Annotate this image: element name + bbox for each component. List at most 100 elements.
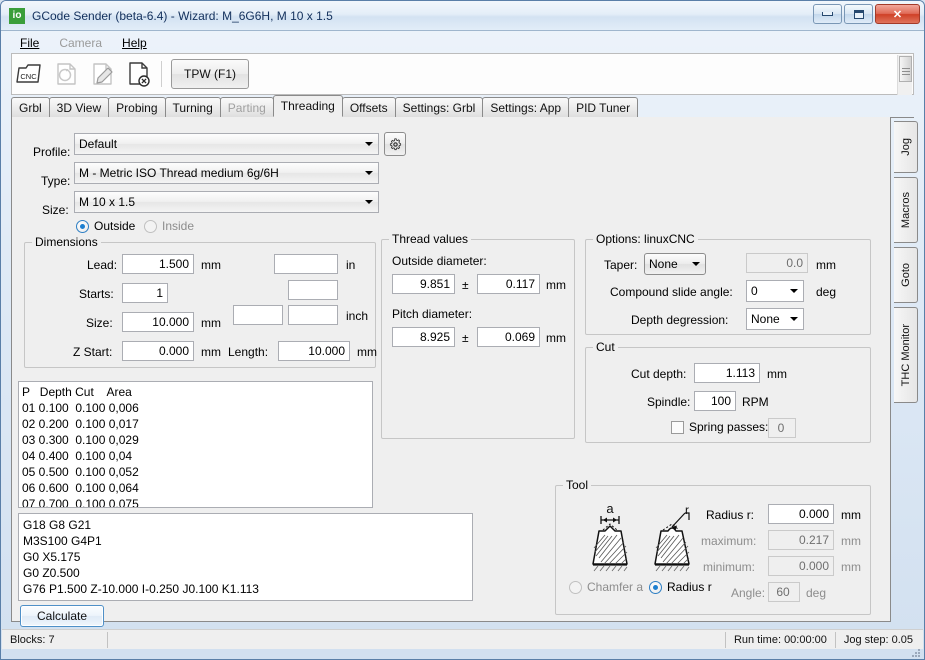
tab-pid-tuner[interactable]: PID Tuner [568, 97, 639, 117]
zstart-unit: mm [201, 345, 221, 359]
pitch-diameter-input[interactable]: 8.925 [392, 327, 455, 347]
radio-inside[interactable]: Inside [144, 219, 194, 233]
menu-file-label: File [20, 36, 40, 50]
close-button[interactable]: ✕ [875, 4, 920, 24]
radio-chamfer[interactable]: Chamfer a [569, 580, 643, 594]
menu-file[interactable]: File [11, 34, 48, 52]
maximize-icon [853, 9, 864, 19]
starts-input[interactable]: 1 [122, 283, 168, 303]
close-file-icon[interactable] [120, 55, 156, 93]
main-tab-strip: Grbl 3D View Probing Turning Parting Thr… [11, 95, 914, 118]
maximize-button[interactable] [844, 4, 873, 24]
radio-inside-label: Inside [162, 219, 195, 233]
tab-parting[interactable]: Parting [219, 97, 274, 117]
type-select[interactable]: M - Metric ISO Thread medium 6g/6H [74, 162, 379, 184]
tab-grbl[interactable]: Grbl [11, 97, 50, 117]
compound-select[interactable]: 0 [746, 280, 804, 302]
side-tab-macros[interactable]: Macros [894, 177, 918, 243]
pitch-unit: mm [546, 331, 566, 345]
size-inch-unit: inch [346, 309, 369, 323]
size-inch-upper-input[interactable] [288, 280, 338, 300]
side-tab-jog[interactable]: Jog [894, 121, 918, 173]
status-bar: Blocks: 7 Run time: 00:00:00 Jog step: 0… [2, 629, 923, 649]
minimize-button[interactable] [813, 4, 842, 24]
outside-diameter-label: Outside diameter: [392, 254, 487, 268]
list-item[interactable]: 02 0.200 0.100 0,017 [22, 416, 372, 432]
spring-passes-input[interactable]: 0 [768, 418, 796, 438]
outside-unit: mm [546, 278, 566, 292]
tab-settings-grbl[interactable]: Settings: Grbl [394, 97, 484, 117]
menu-help[interactable]: Help [113, 34, 156, 52]
list-item[interactable]: 03 0.300 0.100 0,029 [22, 432, 372, 448]
status-blocks: Blocks: 7 [10, 633, 55, 646]
gcode-line: G18 G8 G21 [23, 518, 92, 532]
maximum-unit: mm [841, 534, 861, 548]
radio-inside-dot [144, 219, 157, 233]
list-item[interactable]: 06 0.600 0.100 0,064 [22, 480, 372, 496]
passes-listbox[interactable]: P Depth Cut Area 01 0.100 0.100 0,006 02… [18, 381, 373, 508]
edit-file-icon [84, 55, 120, 93]
radio-outside[interactable]: Outside [76, 219, 135, 233]
gcode-output[interactable]: G18 G8 G21 M3S100 G4P1 G0 X5.175 G0 Z0.5… [18, 513, 473, 601]
list-item[interactable]: 07 0.700 0.100 0,075 [22, 496, 372, 507]
size-label: Size: [42, 203, 69, 217]
minimize-icon [822, 12, 833, 16]
size-input[interactable]: 10.000 [122, 312, 194, 332]
tpw-button[interactable]: TPW (F1) [171, 59, 249, 89]
cut-group: Cut Cut depth: 1.113 mm Spindle: 100 RPM… [585, 340, 871, 443]
toolbar-scrollbar-thumb[interactable] [899, 56, 912, 82]
zstart-input[interactable]: 0.000 [122, 341, 194, 361]
tab-turning[interactable]: Turning [164, 97, 221, 117]
toolbar-scrollbar[interactable] [897, 55, 912, 95]
list-item[interactable]: 05 0.500 0.100 0,052 [22, 464, 372, 480]
tab-settings-app[interactable]: Settings: App [482, 97, 570, 117]
list-item[interactable]: 04 0.400 0.100 0,04 [22, 448, 372, 464]
side-tab-goto[interactable]: Goto [894, 247, 918, 303]
outside-diameter-input[interactable]: 9.851 [392, 274, 455, 294]
radius-r-input[interactable]: 0.000 [768, 504, 834, 524]
spindle-input[interactable]: 100 [694, 391, 736, 411]
pitch-tolerance-input[interactable]: 0.069 [477, 327, 540, 347]
lead-inch-input[interactable] [274, 254, 338, 274]
calculate-button[interactable]: Calculate [20, 605, 104, 627]
resize-grip[interactable] [908, 645, 922, 659]
taper-amount-input[interactable]: 0.0 [746, 253, 808, 273]
tab-probing[interactable]: Probing [108, 97, 166, 117]
options-title: Options: linuxCNC [593, 232, 698, 246]
tab-3d-view[interactable]: 3D View [48, 97, 110, 117]
profile-settings-button[interactable] [384, 132, 406, 156]
tool-group: Tool a r Chamfer a Radius r Radius r: 0.… [555, 478, 871, 615]
angle-label: Angle: [731, 586, 766, 600]
reload-file-icon [48, 55, 84, 93]
spring-passes-checkbox[interactable]: Spring passes: [671, 420, 768, 434]
toolbar-separator [161, 61, 162, 87]
lead-inch-unit: in [346, 258, 356, 272]
radio-radius[interactable]: Radius r [649, 580, 712, 594]
size-inch-left-input[interactable] [233, 305, 283, 325]
threading-tab-page: Profile: Default Type: M - Metric ISO Th… [11, 117, 891, 627]
menu-camera[interactable]: Camera [50, 34, 111, 52]
taper-select[interactable]: None [644, 253, 706, 275]
size-inch-lower-input[interactable] [288, 305, 338, 325]
chevron-down-icon [790, 289, 798, 293]
radius-r-unit: mm [841, 508, 861, 522]
minimum-unit: mm [841, 560, 861, 574]
tab-offsets[interactable]: Offsets [341, 97, 396, 117]
lead-unit: mm [201, 258, 221, 272]
lead-input[interactable]: 1.500 [122, 254, 194, 274]
length-input[interactable]: 10.000 [278, 341, 350, 361]
chevron-down-icon [365, 142, 373, 146]
list-item[interactable]: 01 0.100 0.100 0,006 [22, 400, 372, 416]
side-tab-thc-monitor[interactable]: THC Monitor [894, 307, 918, 403]
taper-unit: mm [816, 258, 836, 272]
cut-depth-input[interactable]: 1.113 [694, 363, 760, 383]
outside-tolerance-input[interactable]: 0.117 [477, 274, 540, 294]
degression-select[interactable]: None [746, 308, 804, 330]
open-cnc-folder-icon[interactable]: CNC [12, 55, 48, 93]
size-select[interactable]: M 10 x 1.5 [74, 191, 379, 213]
thread-values-title: Thread values [389, 232, 472, 246]
menu-bar: File Camera Help [11, 33, 914, 53]
tab-threading[interactable]: Threading [272, 95, 343, 117]
profile-select[interactable]: Default [74, 133, 379, 155]
options-group: Options: linuxCNC Taper: None 0.0 mm Com… [585, 232, 871, 335]
